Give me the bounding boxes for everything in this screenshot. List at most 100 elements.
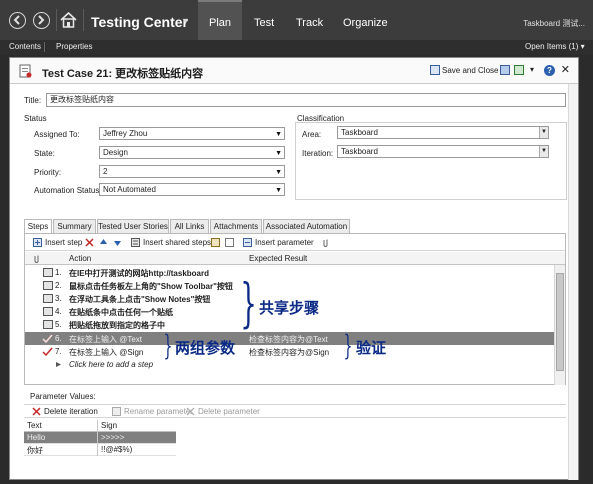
area-select[interactable]: Taskboard ▼ [337,126,549,139]
scrollbar-thumb[interactable] [556,273,564,371]
properties-link[interactable]: Properties [56,42,92,51]
state-select[interactable]: Design ▼ [99,146,285,159]
attachment-icon[interactable] [321,238,330,247]
step-row[interactable]: 7. 在标签上输入 @Sign 检查标签内容为@Sign [25,345,565,358]
column-divider [97,444,98,456]
chevron-down-icon[interactable]: ▼ [181,16,190,26]
window-scrollbar[interactable] [568,84,578,480]
tab-plan[interactable]: Plan [209,17,231,29]
parameter-row-selected[interactable]: Hello >>>>> [24,432,176,444]
tab-associated-automation[interactable]: Associated Automation [263,219,350,233]
contents-link[interactable]: Contents [9,42,41,51]
step-action[interactable]: 在浮动工具条上点击"Show Notes"按钮 [69,294,210,305]
steps-grid-header: Action Expected Result [25,252,565,265]
annotation-verify: 验证 [356,339,387,357]
refresh-button[interactable] [514,65,526,75]
step-expected-result[interactable]: 检查标签内容为@Sign [249,347,329,358]
action-column-header[interactable]: Action [69,254,91,263]
forward-button[interactable] [33,12,50,29]
chevron-down-icon: ▾ [530,65,535,74]
parameter-cell[interactable]: Hello [27,433,45,442]
text-column-header[interactable]: Text [27,421,42,430]
tab-organize[interactable]: Organize [343,17,388,29]
annotation-shared-steps: 共享步骤 [259,299,320,317]
step-row[interactable]: 1. 在IE中打开测试的网站http://taskboard [25,266,565,279]
step-number: 3. [55,294,62,303]
step-action[interactable]: 在标签上输入 @Sign [69,347,143,358]
tab-track[interactable]: Track [296,17,323,29]
shared-step-icon [43,268,53,277]
step-number: 7. [55,347,62,356]
create-shared-steps-icon[interactable] [211,238,220,247]
test-case-window: Test Case 21: 更改标签贴纸内容 Save and Close ▾ … [9,57,579,480]
step-number: 4. [55,307,62,316]
expected-result-column-header[interactable]: Expected Result [249,254,307,263]
step-action[interactable]: 鼠标点击任务板左上角的"Show Toolbar"按钮 [69,281,233,292]
tab-summary[interactable]: Summary [53,219,96,233]
iteration-select[interactable]: Taskboard ▼ [337,145,549,158]
insert-parameter-button[interactable]: Insert parameter [255,238,314,247]
delete-parameter-icon [186,407,195,416]
help-icon[interactable]: ? [544,65,555,76]
add-step-row[interactable]: Click here to add a step [25,358,565,371]
priority-select[interactable]: 2 ▼ [99,165,285,178]
add-step-hint[interactable]: Click here to add a step [69,360,153,369]
step-row[interactable]: 5. 把贴纸拖放到指定的格子中 [25,318,565,331]
step-expected-result[interactable]: 检查标签内容为@Text [249,334,328,345]
tab-steps[interactable]: Steps [24,219,52,234]
new-row-icon [56,362,61,367]
open-items-menu[interactable]: Open Items (1) ▾ [525,42,585,51]
tab-attachments[interactable]: Attachments [210,219,262,233]
nav-divider [56,9,57,31]
parameter-row[interactable]: 你好 !!@#$%) [24,444,176,456]
assigned-to-select[interactable]: Jeffrey Zhou ▼ [99,127,285,140]
chevron-down-icon: ▼ [275,131,282,138]
save-icon [430,65,440,75]
more-actions-button[interactable]: ▾ [530,65,534,74]
step-action[interactable]: 把贴纸拖放到指定的格子中 [69,320,165,331]
delete-iteration-button[interactable]: Delete iteration [44,407,98,416]
tab-all-links[interactable]: All Links [170,219,209,233]
steps-scrollbar[interactable] [554,265,565,385]
verify-brace: } [343,329,353,362]
title-label: Title: [24,96,42,105]
app-title[interactable]: Testing Center [91,14,188,30]
title-input[interactable]: 更改标签贴纸内容 [46,93,566,107]
shared-steps-brace: } [240,274,257,334]
step-action[interactable]: 在IE中打开测试的网站http://taskboard [69,268,209,279]
close-icon[interactable]: ✕ [561,63,570,76]
save-and-close-button[interactable]: Save and Close [430,65,498,75]
area-value: Taskboard [341,128,378,137]
step-action[interactable]: 在贴纸条中点击任何一个贴纸 [69,307,173,318]
priority-value: 2 [103,167,108,176]
step-row-selected[interactable]: 6. 在标签上输入 @Text 检查标签内容为@Text [25,332,565,345]
back-button[interactable] [9,12,26,29]
insert-shared-steps-button[interactable]: Insert shared steps [143,238,211,247]
column-divider [97,432,98,444]
back-arrow-icon [13,15,20,25]
move-down-icon[interactable] [113,238,122,247]
parameter-cell[interactable]: >>>>> [101,433,124,442]
insert-step-button[interactable]: Insert step [45,238,82,247]
open-shared-steps-icon[interactable] [225,238,234,247]
tab-test[interactable]: Test [254,17,274,29]
save-and-close-label: Save and Close [442,66,499,75]
step-row[interactable]: 2. 鼠标点击任务板左上角的"Show Toolbar"按钮 [25,279,565,292]
shared-steps-icon [131,238,140,247]
delete-parameter-button[interactable]: Delete parameter [198,407,260,416]
sign-column-header[interactable]: Sign [101,421,117,430]
save-button[interactable] [500,65,512,75]
attachment-column-icon [34,255,39,263]
step-number: 1. [55,268,62,277]
move-up-icon[interactable] [99,238,108,247]
home-icon[interactable] [60,12,77,28]
parameter-cell[interactable]: 你好 [27,445,43,456]
tab-tested-user-stories[interactable]: Tested User Stories [97,219,169,233]
user-project-label[interactable]: Taskboard 测试... [523,18,585,29]
assigned-to-label: Assigned To: [34,130,80,139]
step-action[interactable]: 在标签上输入 @Text [69,334,142,345]
automation-status-select[interactable]: Not Automated ▼ [99,183,285,196]
delete-step-icon[interactable] [85,238,94,247]
parameter-cell[interactable]: !!@#$%) [101,445,132,454]
rename-parameter-button[interactable]: Rename parameter [124,407,193,416]
